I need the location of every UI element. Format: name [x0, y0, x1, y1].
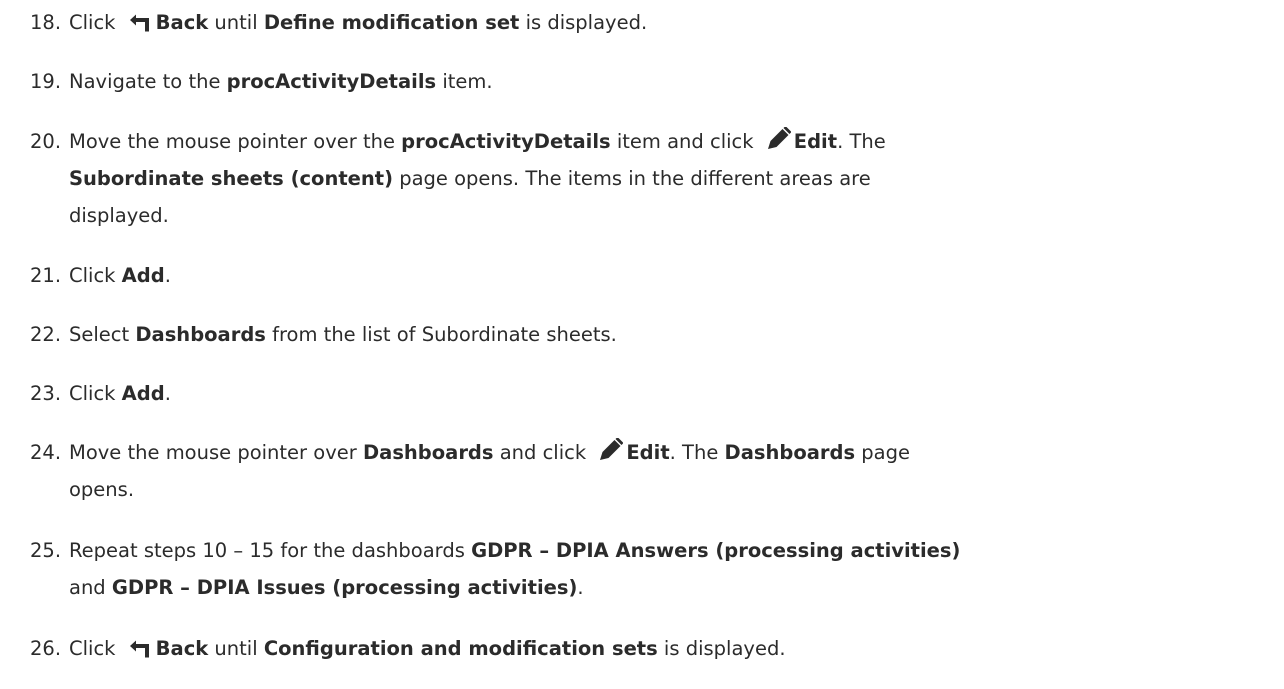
step-number: 18. [30, 11, 62, 34]
ui-term: Dashboards [362, 441, 494, 464]
step-text-run: until [208, 637, 264, 660]
step-text-run: Navigate to the [69, 70, 227, 93]
step-number: 26. [30, 637, 62, 660]
step-text-run: Click [69, 382, 122, 405]
step-text-run: Repeat steps 10 – 15 for the dashboards [69, 539, 472, 562]
step-text: Click Add. [69, 375, 1269, 412]
ui-term: procActivityDetails [226, 70, 437, 93]
instruction-list: 18. Click Back until Define modification… [0, 0, 1284, 689]
step-number: 23. [30, 382, 62, 405]
edit-icon [598, 437, 624, 474]
step-line: Click Add. [69, 375, 1269, 412]
ui-term: Define modification set [263, 11, 520, 34]
step-text-run: Click [69, 637, 122, 660]
step-text-run: displayed. [69, 204, 169, 227]
step-number: 25. [30, 539, 62, 562]
step-text-run: Click [69, 264, 122, 287]
ui-term: Back [155, 637, 209, 660]
step-text: Move the mouse pointer over the procActi… [69, 123, 1269, 234]
step-text-run: item. [436, 70, 493, 93]
step-text-run: is displayed. [657, 637, 786, 660]
step-text-run: Move the mouse pointer over the [69, 130, 402, 153]
step-number: 20. [30, 130, 62, 153]
step-text-run: opens. [69, 478, 135, 501]
ui-term: GDPR – DPIA Answers (processing activiti… [471, 539, 961, 562]
step-line: opens. [69, 471, 1269, 508]
step-line: Click Add. [69, 257, 1269, 294]
step-number: 21. [30, 264, 62, 287]
step-text: Navigate to the procActivityDetails item… [69, 63, 1269, 100]
step-text-run: . [164, 382, 171, 405]
step-number: 24. [30, 441, 62, 464]
step-line: Select Dashboards from the list of Subor… [69, 316, 1269, 353]
step-number: 19. [30, 70, 62, 93]
back-icon [128, 7, 153, 44]
ui-term: procActivityDetails [401, 130, 611, 153]
step-text: Repeat steps 10 – 15 for the dashboards … [69, 532, 1269, 606]
step-line: Subordinate sheets (content) page opens.… [69, 160, 1269, 197]
step-text-run: . The [669, 441, 725, 464]
step-text-run: Click [69, 11, 122, 34]
step-text-run: Move the mouse pointer over [69, 441, 363, 464]
ui-term: Edit [793, 130, 838, 153]
step-text-run: page opens. The items in the different a… [393, 167, 871, 190]
step-line: Move the mouse pointer over the procActi… [69, 123, 1269, 160]
step-text-run: and click [493, 441, 593, 464]
step-text-run: is displayed. [519, 11, 648, 34]
ui-term: Subordinate sheets (content) [69, 167, 393, 190]
step-number: 22. [30, 323, 62, 346]
step-line: displayed. [69, 197, 1269, 234]
step-text: Select Dashboards from the list of Subor… [69, 316, 1269, 353]
ui-term: Back [155, 11, 209, 34]
step-line: Move the mouse pointer over Dashboards a… [69, 434, 1269, 471]
ui-term: Dashboards [724, 441, 856, 464]
step-text-run: until [208, 11, 264, 34]
step-text-run: page [855, 441, 910, 464]
ui-term: Dashboards [135, 323, 266, 346]
back-icon [128, 633, 153, 670]
step-line: Click Back until Configuration and modif… [69, 630, 1269, 667]
step-text-run: . [164, 264, 171, 287]
step-text-run: item and click [610, 130, 760, 153]
step-line: and GDPR – DPIA Issues (processing activ… [69, 569, 1269, 606]
step-line: Click Back until Define modification set… [69, 4, 1269, 41]
ui-term: Add [121, 264, 165, 287]
step-line: Navigate to the procActivityDetails item… [69, 63, 1269, 100]
step-text: Click Back until Define modification set… [69, 4, 1269, 41]
ui-term: GDPR – DPIA Issues (processing activitie… [111, 576, 578, 599]
step-text-run: Select [69, 323, 136, 346]
ui-term: Edit [626, 441, 670, 464]
step-text-run: from the list of Subordinate sheets. [265, 323, 617, 346]
ui-term: Add [121, 382, 165, 405]
step-text-run: . [577, 576, 584, 599]
step-text: Click Add. [69, 257, 1269, 294]
step-text: Click Back until Configuration and modif… [69, 630, 1269, 667]
step-text-run: . The [837, 130, 886, 153]
step-text: Move the mouse pointer over Dashboards a… [69, 434, 1269, 508]
ui-term: Configuration and modification sets [263, 637, 658, 660]
step-line: Repeat steps 10 – 15 for the dashboards … [69, 532, 1269, 569]
edit-icon [766, 126, 792, 163]
step-text-run: and [69, 576, 112, 599]
